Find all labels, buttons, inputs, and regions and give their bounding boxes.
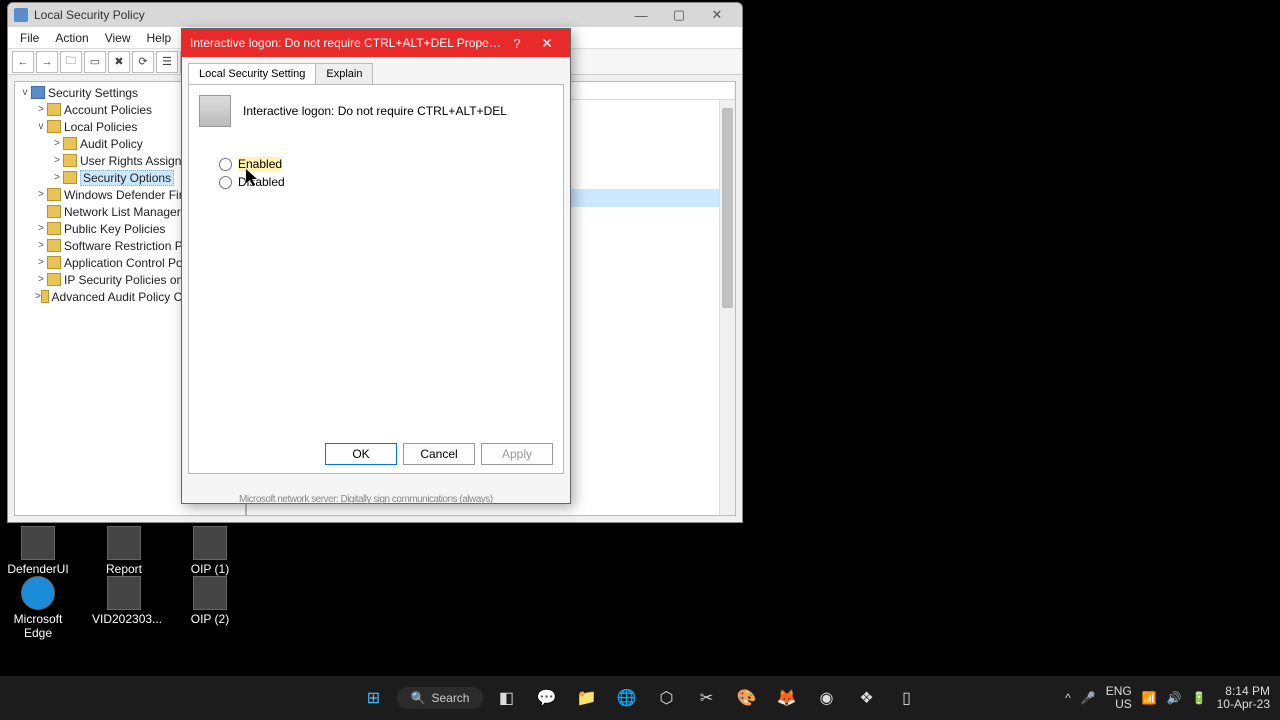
show-hide-button[interactable]: ▭ (84, 51, 106, 73)
back-button[interactable]: ← (12, 51, 34, 73)
taskbar-search[interactable]: 🔍 Search (397, 687, 484, 709)
apply-button[interactable]: Apply (481, 443, 553, 465)
tree-item-label: Public Key Policies (64, 222, 165, 236)
policy-name: Interactive logon: Do not require CTRL+A… (243, 104, 507, 118)
radio-disabled[interactable]: Disabled (219, 175, 553, 189)
forward-button[interactable]: → (36, 51, 58, 73)
edge-icon[interactable]: 🌐 (609, 681, 643, 715)
folder-icon (47, 222, 61, 235)
desktop-icon-report[interactable]: Report (92, 526, 156, 576)
folder-icon (63, 154, 77, 167)
up-button[interactable]: 🗀 (60, 51, 82, 73)
tree-item-label: Audit Policy (80, 137, 143, 151)
desktop-icon-oip1[interactable]: OIP (1) (178, 526, 242, 576)
tree-item-label: Account Policies (64, 103, 152, 117)
tab-explain[interactable]: Explain (315, 63, 373, 84)
folder-icon (41, 290, 49, 303)
dialog-tabs: Local Security Setting Explain (182, 57, 570, 84)
folder-icon (47, 205, 61, 218)
folder-icon (47, 273, 61, 286)
volume-icon[interactable]: 🔊 (1167, 691, 1182, 705)
paint-icon[interactable]: 🎨 (729, 681, 763, 715)
scrollbar-thumb[interactable] (722, 108, 733, 308)
radio-enabled[interactable]: Enabled (219, 157, 553, 171)
refresh-button[interactable]: ⟳ (132, 51, 154, 73)
start-button[interactable]: ⊞ (357, 681, 391, 715)
secpol-taskbar-icon[interactable]: ▯ (889, 681, 923, 715)
folder-icon (47, 120, 61, 133)
explorer-icon[interactable]: 📁 (569, 681, 603, 715)
dialog-tabpage: Interactive logon: Do not require CTRL+A… (188, 84, 564, 474)
menu-help[interactable]: Help (139, 29, 180, 47)
search-icon: 🔍 (411, 691, 426, 705)
chat-icon[interactable]: 💬 (529, 681, 563, 715)
desktop-icon-vid[interactable]: VID202303... (92, 576, 156, 640)
tree-root-label: Security Settings (48, 86, 138, 100)
minimize-button[interactable]: — (622, 4, 660, 26)
tree-item-label: Local Policies (64, 120, 137, 134)
tree-item-label: Security Options (80, 170, 174, 186)
properties-dialog: Interactive logon: Do not require CTRL+A… (181, 28, 571, 504)
menu-file[interactable]: File (12, 29, 47, 47)
search-label: Search (431, 691, 469, 705)
wifi-icon[interactable]: 📶 (1142, 691, 1157, 705)
desktop-icons-row1: DefenderUI Report OIP (1) (6, 526, 242, 576)
folder-icon (47, 188, 61, 201)
truncated-policy-row: Microsoft network server: Digitally sign… (239, 494, 569, 505)
menu-view[interactable]: View (97, 29, 139, 47)
chrome-icon[interactable]: ◉ (809, 681, 843, 715)
dialog-title: Interactive logon: Do not require CTRL+A… (190, 36, 502, 50)
taskbar: ⊞ 🔍 Search ◧ 💬 📁 🌐 ⬡ ✂ 🎨 🦊 ◉ ❖ ▯ ^ 🎤 ENG… (0, 676, 1280, 720)
language-indicator[interactable]: ENGUS (1106, 685, 1132, 711)
app1-icon[interactable]: ❖ (849, 681, 883, 715)
shield-icon (31, 86, 45, 99)
radio-enabled-label: Enabled (238, 157, 282, 171)
tray-chevron-icon[interactable]: ^ (1065, 691, 1071, 705)
window-title: Local Security Policy (34, 8, 622, 22)
tab-local-security-setting[interactable]: Local Security Setting (188, 63, 316, 84)
desktop-icon-defenderui[interactable]: DefenderUI (6, 526, 70, 576)
titlebar[interactable]: Local Security Policy — ▢ ✕ (8, 3, 742, 27)
desktop-icons-row2: Microsoft Edge VID202303... OIP (2) (6, 576, 242, 640)
firefox-icon[interactable]: 🦊 (769, 681, 803, 715)
policy-icon (199, 95, 231, 127)
microphone-icon[interactable]: 🎤 (1081, 691, 1096, 705)
dialog-titlebar[interactable]: Interactive logon: Do not require CTRL+A… (182, 29, 570, 57)
radio-disabled-label: Disabled (238, 175, 285, 189)
radio-enabled-input[interactable] (219, 158, 232, 171)
snip-icon[interactable]: ✂ (689, 681, 723, 715)
export-button[interactable]: ☰ (156, 51, 178, 73)
folder-icon (63, 137, 77, 150)
dialog-close-button[interactable]: ✕ (532, 35, 562, 52)
desktop-icon-edge[interactable]: Microsoft Edge (6, 576, 70, 640)
folder-icon (47, 256, 61, 269)
vertical-scrollbar[interactable] (719, 100, 735, 515)
menu-action[interactable]: Action (47, 29, 96, 47)
app-icon (14, 8, 28, 22)
cube-icon[interactable]: ⬡ (649, 681, 683, 715)
delete-button[interactable]: ✖ (108, 51, 130, 73)
ok-button[interactable]: OK (325, 443, 397, 465)
battery-icon[interactable]: 🔋 (1192, 691, 1207, 705)
folder-icon (63, 171, 77, 184)
system-tray[interactable]: ^ 🎤 ENGUS 📶 🔊 🔋 8:14 PM10-Apr-23 (1065, 685, 1270, 711)
cancel-button[interactable]: Cancel (403, 443, 475, 465)
task-view-icon[interactable]: ◧ (489, 681, 523, 715)
dialog-help-button[interactable]: ? (502, 36, 532, 51)
maximize-button[interactable]: ▢ (660, 4, 698, 26)
clock[interactable]: 8:14 PM10-Apr-23 (1217, 685, 1270, 711)
close-button[interactable]: ✕ (698, 4, 736, 26)
folder-icon (47, 239, 61, 252)
radio-disabled-input[interactable] (219, 176, 232, 189)
desktop-icon-oip2[interactable]: OIP (2) (178, 576, 242, 640)
folder-icon (47, 103, 61, 116)
